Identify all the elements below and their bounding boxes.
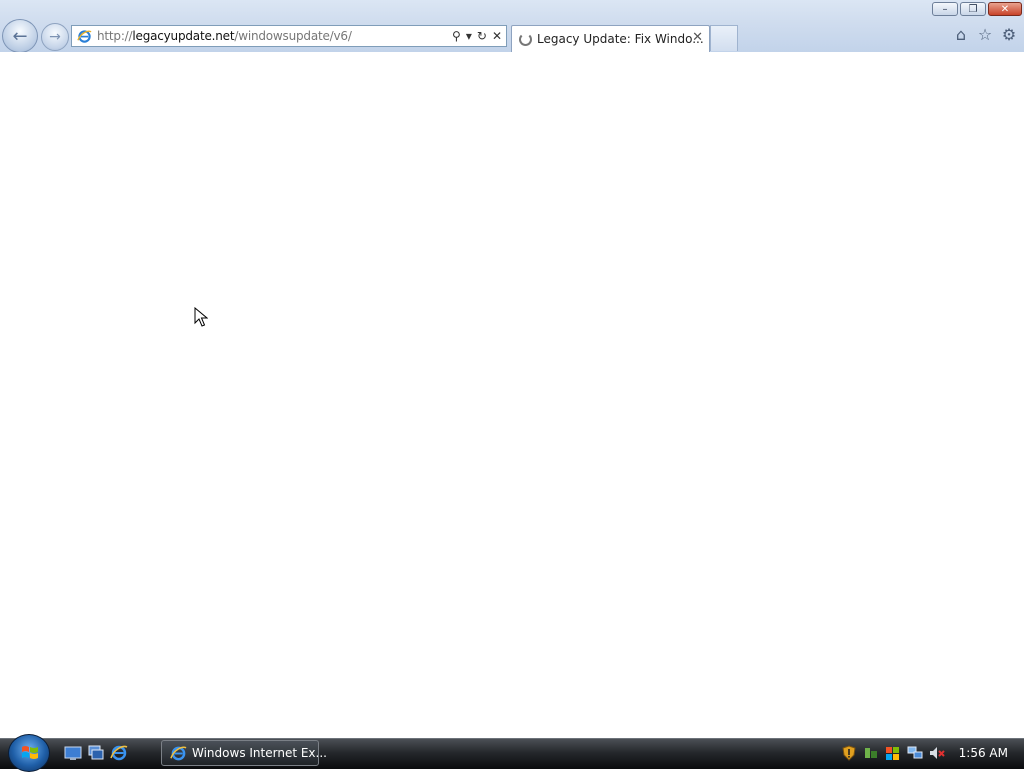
switch-windows-icon[interactable] xyxy=(87,744,105,762)
security-shield-icon[interactable] xyxy=(841,745,857,761)
browser-chrome: – ❐ ✕ ← → http://legacyupdate.net/window… xyxy=(0,0,1024,53)
window-controls: – ❐ ✕ xyxy=(932,2,1022,18)
internet-explorer-icon[interactable] xyxy=(110,744,128,762)
command-bar: ⌂ ☆ ⚙ xyxy=(952,25,1018,45)
back-button[interactable]: ← xyxy=(2,19,38,53)
minimize-button[interactable]: – xyxy=(932,2,958,16)
windows-logo-icon xyxy=(22,746,38,759)
windows-update-icon[interactable] xyxy=(885,745,901,761)
ie-page-icon xyxy=(77,30,92,43)
tab-title: Legacy Update: Fix Windo... xyxy=(537,32,704,46)
show-desktop-icon[interactable] xyxy=(64,744,82,762)
new-tab-button[interactable] xyxy=(710,25,738,51)
restore-button[interactable]: ❐ xyxy=(960,2,986,16)
loading-spinner-icon xyxy=(519,33,532,46)
back-arrow-icon: ← xyxy=(12,25,28,47)
close-button[interactable]: ✕ xyxy=(988,2,1022,16)
taskbar-window-button[interactable]: Windows Internet Ex... xyxy=(161,740,327,766)
start-button[interactable] xyxy=(8,734,50,772)
url-scheme: http:// xyxy=(97,29,133,43)
url-text[interactable]: http://legacyupdate.net/windowsupdate/v6… xyxy=(97,29,352,43)
tab-legacy-update[interactable]: Legacy Update: Fix Windo... ✕ xyxy=(511,25,710,52)
stop-icon[interactable]: ✕ xyxy=(492,28,502,44)
home-icon[interactable]: ⌂ xyxy=(952,25,970,45)
system-tray: 1:56 AM xyxy=(841,738,1024,768)
dropdown-icon[interactable]: ▾ xyxy=(466,28,472,44)
tools-gear-icon[interactable]: ⚙ xyxy=(1000,25,1018,45)
tab-close-icon[interactable]: ✕ xyxy=(692,30,703,45)
network-icon[interactable] xyxy=(907,745,923,761)
windows-defender-icon[interactable] xyxy=(863,745,879,761)
search-icon[interactable]: ⚲ xyxy=(452,28,461,44)
url-path: /windowsupdate/v6/ xyxy=(234,29,352,43)
mouse-cursor-icon xyxy=(194,307,208,327)
clock[interactable]: 1:56 AM xyxy=(959,746,1008,760)
url-host: legacyupdate.net xyxy=(132,29,235,43)
refresh-icon[interactable]: ↻ xyxy=(477,28,487,44)
address-bar-actions: ⚲ ▾ ↻ ✕ xyxy=(452,28,502,44)
internet-explorer-icon xyxy=(170,746,187,761)
taskbar-window-label: Windows Internet Ex... xyxy=(192,746,327,760)
address-bar[interactable]: http://legacyupdate.net/windowsupdate/v6… xyxy=(71,25,507,47)
forward-arrow-icon: → xyxy=(49,29,61,45)
page-content[interactable] xyxy=(0,52,1024,738)
favorites-star-icon[interactable]: ☆ xyxy=(976,25,994,45)
forward-button[interactable]: → xyxy=(41,23,69,51)
volume-muted-icon[interactable] xyxy=(929,745,945,761)
